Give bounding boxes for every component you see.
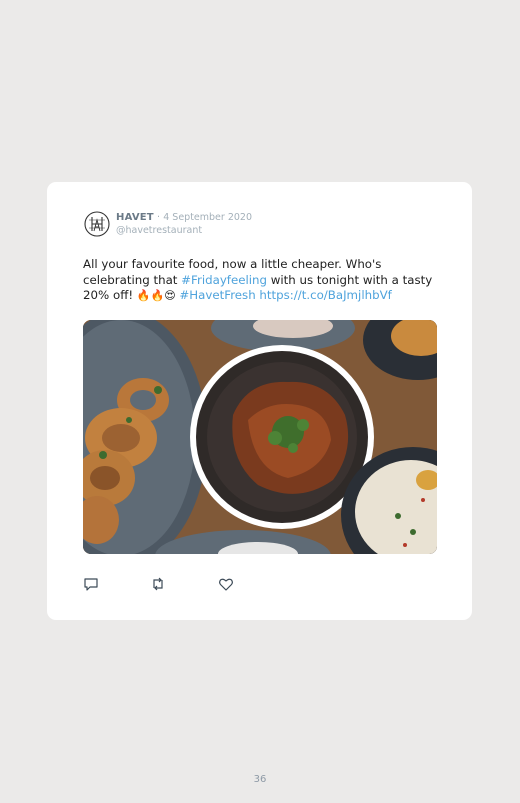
fire-emoji-icon: 🔥🔥😍 xyxy=(136,289,176,302)
author-handle[interactable]: @havetrestaurant xyxy=(116,225,202,236)
food-photo-image xyxy=(83,320,437,554)
tweet-card: HAVET · 4 September 2020 @havetrestauran… xyxy=(47,182,472,620)
havet-logo-avatar[interactable] xyxy=(84,211,110,237)
retweet-icon[interactable] xyxy=(150,576,166,592)
tweet-text: All your favourite food, now a little ch… xyxy=(83,257,433,304)
tweet-url-link[interactable]: https://t.co/BaJmjlhbVf xyxy=(259,288,391,302)
hashtag-fridayfeeling[interactable]: #Fridayfeeling xyxy=(181,273,267,287)
tweet-photo[interactable] xyxy=(83,320,437,554)
separator-dot: · xyxy=(157,212,161,223)
like-icon[interactable] xyxy=(218,576,234,592)
tweet-date[interactable]: 4 September 2020 xyxy=(163,212,252,223)
author-row: HAVET · 4 September 2020 xyxy=(116,212,252,223)
reply-icon[interactable] xyxy=(83,576,99,592)
author-name[interactable]: HAVET xyxy=(116,212,154,223)
hashtag-havetfresh[interactable]: #HavetFresh xyxy=(179,288,255,302)
page-number: 36 xyxy=(253,774,267,785)
tweet-actions xyxy=(83,576,243,592)
